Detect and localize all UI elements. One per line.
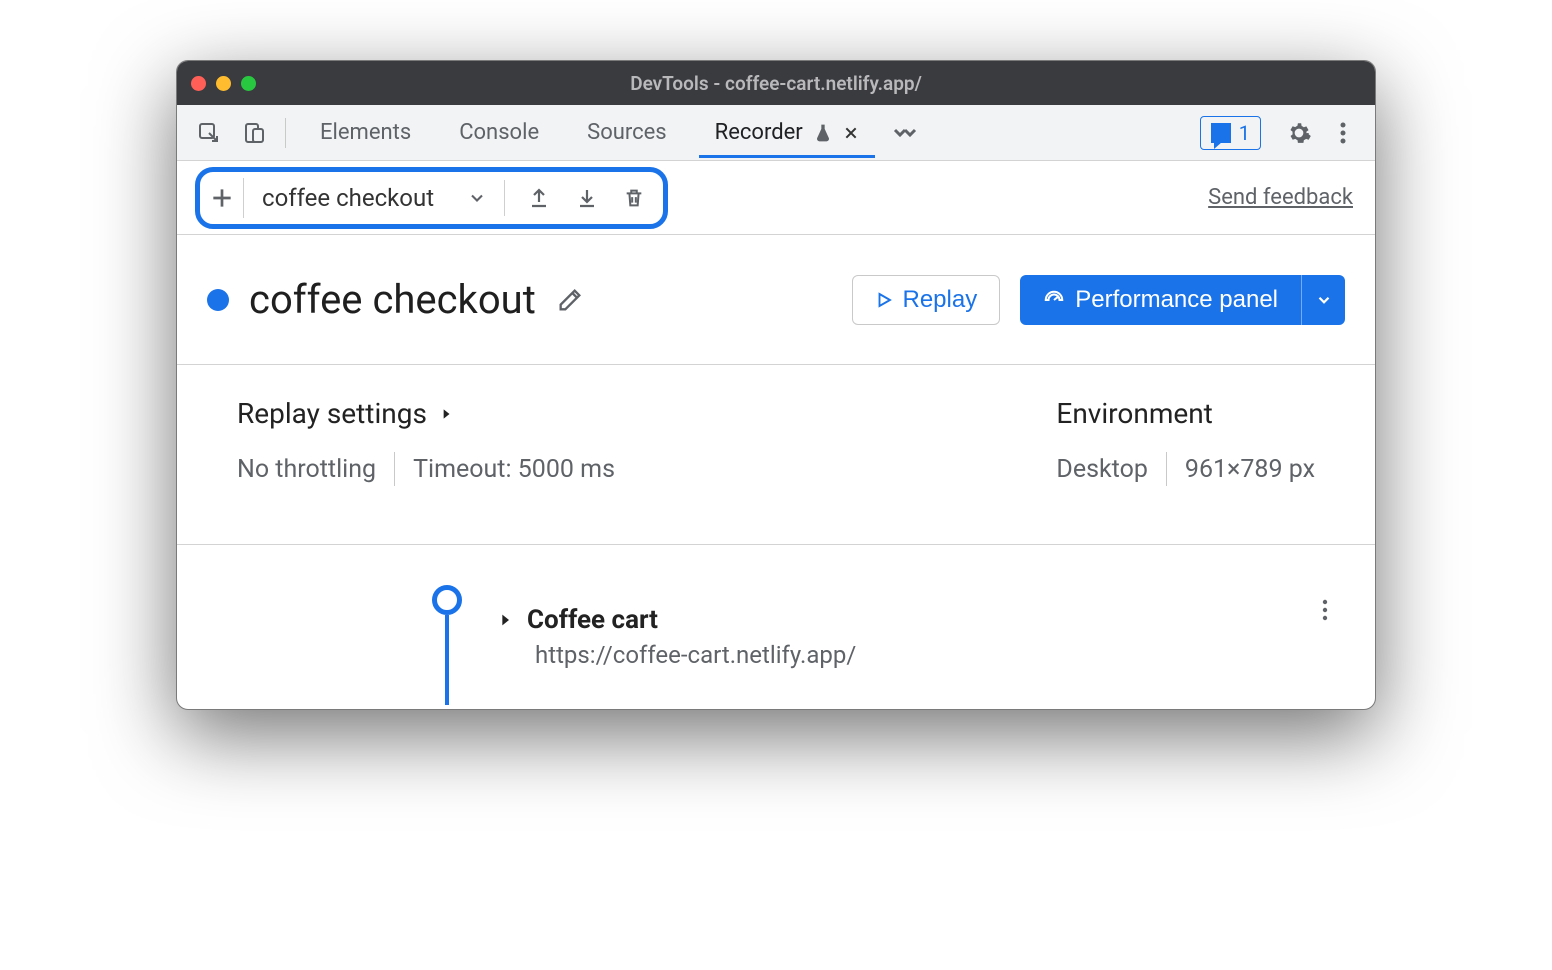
device-toolbar-icon[interactable] (233, 113, 273, 153)
separator (504, 180, 505, 216)
recording-title: coffee checkout (249, 276, 536, 323)
tab-elements-label: Elements (320, 120, 411, 145)
replay-button-label: Replay (903, 286, 978, 314)
devtools-window: DevTools - coffee-cart.netlify.app/ Elem… (176, 60, 1376, 710)
replay-settings-values: No throttling Timeout: 5000 ms (237, 452, 615, 486)
step-url: https://coffee-cart.netlify.app/ (535, 641, 1345, 669)
environment-header: Environment (1056, 397, 1315, 430)
performance-panel-button[interactable]: Performance panel (1020, 275, 1301, 325)
replay-button[interactable]: Replay (852, 275, 1001, 325)
replay-settings-header[interactable]: Replay settings (237, 397, 615, 430)
timeout-value: Timeout: 5000 ms (413, 455, 615, 484)
issues-count: 1 (1239, 121, 1250, 145)
environment-viewport: 961×789 px (1185, 455, 1315, 484)
send-feedback-link[interactable]: Send feedback (1208, 185, 1353, 210)
export-icon[interactable] (515, 186, 563, 210)
recording-header: coffee checkout Replay Performance panel (177, 235, 1375, 365)
separator (394, 452, 395, 486)
step-title: Coffee cart (527, 605, 658, 635)
close-tab-icon[interactable] (843, 125, 859, 141)
kebab-menu-icon[interactable] (1323, 113, 1363, 153)
tab-console-label: Console (459, 120, 539, 145)
inspect-element-icon[interactable] (189, 113, 229, 153)
caret-right-icon (439, 405, 453, 423)
import-icon[interactable] (563, 186, 611, 210)
caret-right-icon (497, 610, 513, 630)
window-title: DevTools - coffee-cart.netlify.app/ (177, 72, 1375, 95)
environment-device: Desktop (1056, 455, 1147, 484)
replay-settings-section: Replay settings No throttling Timeout: 5… (237, 397, 615, 512)
separator (1166, 452, 1167, 486)
step-header[interactable]: Coffee cart (497, 605, 1345, 635)
devtools-tabstrip: Elements Console Sources Recorder 1 (177, 105, 1375, 161)
performance-panel-label: Performance panel (1075, 286, 1278, 314)
tab-elements[interactable]: Elements (298, 108, 433, 157)
message-icon (1211, 123, 1231, 143)
zoom-window-button[interactable] (241, 76, 256, 91)
recording-selector-highlight: coffee checkout (195, 167, 668, 229)
tab-recorder[interactable]: Recorder (693, 108, 881, 157)
throttling-value: No throttling (237, 455, 376, 484)
settings-gear-icon[interactable] (1279, 113, 1319, 153)
flask-icon (813, 123, 833, 143)
steps-list: Coffee cart https://coffee-cart.netlify.… (177, 545, 1375, 709)
minimize-window-button[interactable] (216, 76, 231, 91)
environment-section: Environment Desktop 961×789 px (1056, 397, 1315, 512)
titlebar: DevTools - coffee-cart.netlify.app/ (177, 61, 1375, 105)
replay-settings-title: Replay settings (237, 397, 427, 430)
window-controls (191, 76, 256, 91)
recording-status-dot (207, 289, 229, 311)
more-tabs-chevron-icon[interactable] (885, 113, 925, 153)
tab-console[interactable]: Console (437, 108, 561, 157)
issues-badge[interactable]: 1 (1200, 116, 1261, 150)
environment-title: Environment (1056, 397, 1212, 430)
new-recording-button[interactable] (200, 178, 244, 218)
step-more-icon[interactable] (1315, 597, 1335, 623)
tab-sources-label: Sources (587, 120, 667, 145)
close-window-button[interactable] (191, 76, 206, 91)
settings-row: Replay settings No throttling Timeout: 5… (177, 365, 1375, 545)
performance-panel-dropdown[interactable] (1301, 275, 1345, 325)
edit-pencil-icon[interactable] (556, 286, 584, 314)
tab-recorder-label: Recorder (715, 120, 803, 145)
delete-trash-icon[interactable] (611, 186, 657, 210)
recorder-toolbar: coffee checkout Send feedback (177, 161, 1375, 235)
step-connector-line (445, 615, 449, 705)
tab-sources[interactable]: Sources (565, 108, 689, 157)
performance-panel-splitbutton: Performance panel (1020, 275, 1345, 325)
step-node (432, 585, 462, 615)
separator (285, 118, 286, 148)
chevron-down-icon[interactable] (460, 188, 494, 208)
recording-selector-label[interactable]: coffee checkout (244, 184, 460, 212)
environment-values: Desktop 961×789 px (1056, 452, 1315, 486)
